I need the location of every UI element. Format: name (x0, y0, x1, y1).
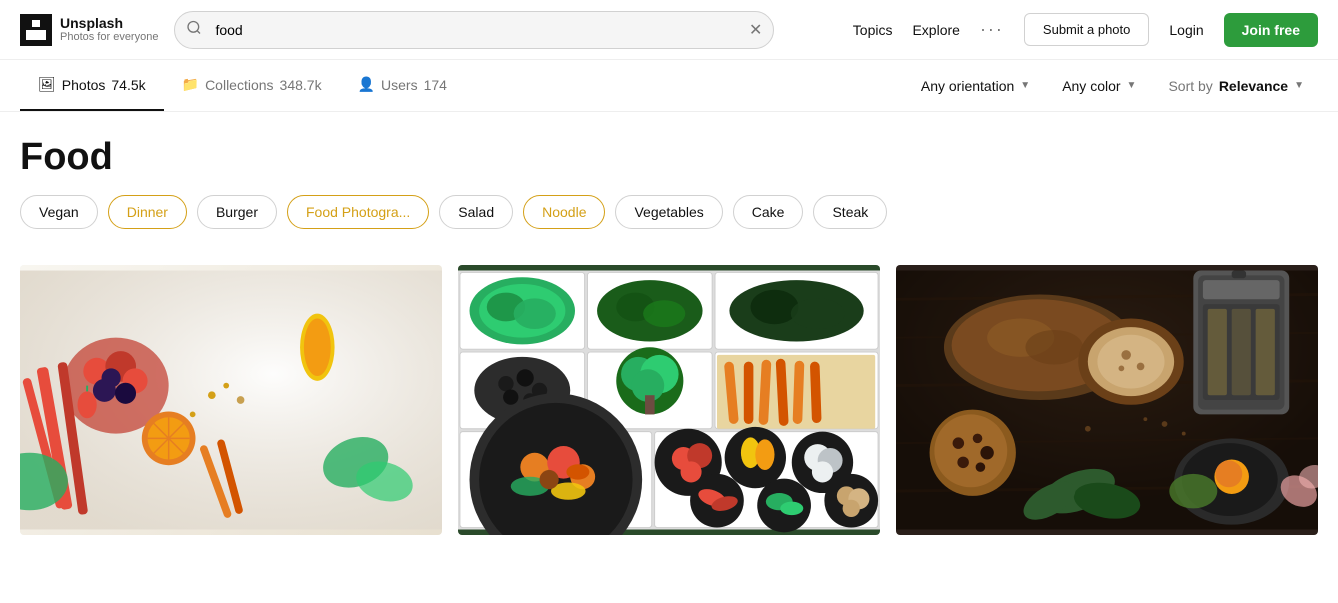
tabs-bar: 🖼 Photos 74.5k 📁 Collections 348.7k 👤 Us… (0, 60, 1338, 112)
sort-prefix: Sort by (1168, 78, 1212, 94)
logo-title: Unsplash (60, 15, 158, 32)
users-icon: 👤 (358, 76, 375, 93)
tab-photos-label: Photos (62, 77, 106, 93)
tab-photos-count: 74.5k (111, 77, 145, 93)
tag-food-photography[interactable]: Food Photogra... (287, 195, 429, 229)
nav-explore[interactable]: Explore (912, 22, 959, 38)
tag-noodle[interactable]: Noodle (523, 195, 605, 229)
photo-card-3[interactable] (896, 265, 1318, 535)
join-free-button[interactable]: Join free (1224, 13, 1318, 47)
page-title-section: Food (0, 112, 1338, 195)
tab-collections-count: 348.7k (280, 77, 322, 93)
related-tags: Vegan Dinner Burger Food Photogra... Sal… (0, 195, 1338, 249)
photo-card-2[interactable] (458, 265, 880, 535)
tab-collections-label: Collections (205, 77, 273, 93)
color-filter-label: Any color (1062, 78, 1120, 94)
sort-button[interactable]: Sort by Relevance ▼ (1154, 70, 1318, 102)
tab-collections[interactable]: 📁 Collections 348.7k (164, 60, 340, 111)
sort-chevron-icon: ▼ (1294, 80, 1304, 91)
nav-more[interactable]: ··· (980, 19, 1004, 40)
logo-subtitle: Photos for everyone (60, 31, 158, 44)
page-title: Food (20, 136, 1318, 179)
clear-search-button[interactable]: ✕ (749, 20, 762, 40)
tag-dinner[interactable]: Dinner (108, 195, 187, 229)
photo-card-1[interactable] (20, 265, 442, 535)
collections-icon: 📁 (182, 76, 199, 93)
photos-icon: 🖼 (38, 76, 56, 93)
photos-grid (0, 249, 1338, 551)
tag-steak[interactable]: Steak (813, 195, 887, 229)
tag-salad[interactable]: Salad (439, 195, 513, 229)
tab-users-label: Users (381, 77, 418, 93)
nav-topics[interactable]: Topics (853, 22, 893, 38)
orientation-filter-label: Any orientation (921, 78, 1014, 94)
search-input[interactable] (174, 11, 774, 49)
tab-users-count: 174 (424, 77, 447, 93)
logo-text: Unsplash Photos for everyone (60, 15, 158, 45)
tag-cake[interactable]: Cake (733, 195, 804, 229)
logo-icon (20, 14, 52, 46)
tag-vegetables[interactable]: Vegetables (615, 195, 722, 229)
tab-photos[interactable]: 🖼 Photos 74.5k (20, 60, 164, 111)
header: Unsplash Photos for everyone ✕ Topics Ex… (0, 0, 1338, 60)
search-bar: ✕ (174, 11, 774, 49)
sort-value: Relevance (1219, 78, 1288, 94)
tag-burger[interactable]: Burger (197, 195, 277, 229)
submit-photo-button[interactable]: Submit a photo (1024, 13, 1149, 46)
tab-users[interactable]: 👤 Users 174 (340, 60, 465, 111)
color-chevron-icon: ▼ (1127, 80, 1137, 91)
login-button[interactable]: Login (1169, 22, 1203, 38)
orientation-chevron-icon: ▼ (1020, 80, 1030, 91)
orientation-filter-button[interactable]: Any orientation ▼ (907, 70, 1044, 102)
color-filter-button[interactable]: Any color ▼ (1048, 70, 1150, 102)
logo[interactable]: Unsplash Photos for everyone (20, 14, 158, 46)
tag-vegan[interactable]: Vegan (20, 195, 98, 229)
filters-right: Any orientation ▼ Any color ▼ Sort by Re… (907, 70, 1318, 102)
nav-links: Topics Explore ··· Submit a photo Login … (853, 13, 1318, 47)
